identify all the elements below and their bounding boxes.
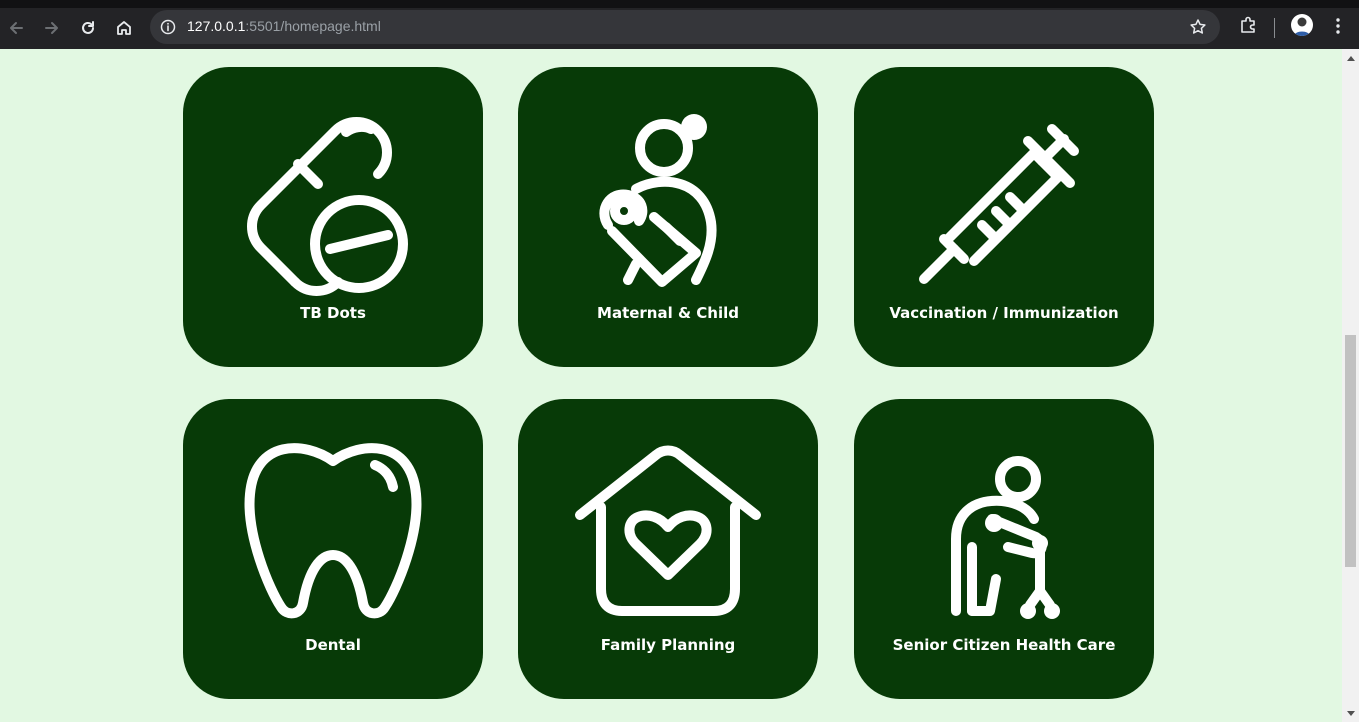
- tooth-icon: [244, 443, 422, 619]
- card-label: TB Dots: [300, 304, 366, 322]
- service-card-senior-citizen[interactable]: Senior Citizen Health Care: [854, 399, 1154, 699]
- syringe-icon: [919, 124, 1079, 284]
- scroll-up-icon[interactable]: [1347, 56, 1355, 61]
- elderly-walker-icon: [951, 456, 1060, 619]
- profile-avatar-icon: [1294, 17, 1310, 36]
- home-button[interactable]: [111, 15, 137, 41]
- browser-toolbar: 127.0.0.1:5501/homepage.html: [0, 0, 1359, 49]
- card-label: Senior Citizen Health Care: [892, 636, 1116, 654]
- pills-icon: [247, 117, 408, 296]
- url-path: :5501/homepage.html: [245, 18, 381, 34]
- service-card-family-planning[interactable]: Family Planning: [518, 399, 818, 699]
- service-card-vaccination[interactable]: Vaccination / Immunization: [854, 67, 1154, 367]
- menu-kebab-icon[interactable]: [1335, 17, 1341, 35]
- service-card-maternal-child[interactable]: Maternal & Child: [518, 67, 818, 367]
- card-label: Dental: [305, 636, 361, 654]
- arrow-left-icon: [10, 22, 23, 34]
- service-card-tb-dots[interactable]: TB Dots: [183, 67, 483, 367]
- extensions-icon[interactable]: [1238, 15, 1258, 35]
- url-host: 127.0.0.1: [187, 18, 246, 34]
- profile-avatar[interactable]: [1291, 14, 1313, 36]
- forward-button[interactable]: [39, 15, 65, 41]
- bookmark-star-icon[interactable]: [1189, 18, 1207, 36]
- arrow-right-icon: [45, 22, 58, 34]
- house-heart-icon: [575, 445, 761, 616]
- service-card-dental[interactable]: Dental: [183, 399, 483, 699]
- toolbar-divider: [1274, 18, 1275, 38]
- back-button[interactable]: [3, 15, 29, 41]
- card-label: Family Planning: [600, 636, 736, 654]
- site-info-icon[interactable]: [160, 19, 176, 35]
- url-text: 127.0.0.1:5501/homepage.html: [187, 18, 381, 34]
- scrollbar-thumb[interactable]: [1345, 335, 1356, 567]
- page-scrollbar[interactable]: [1342, 49, 1359, 722]
- card-label: Vaccination / Immunization: [889, 304, 1119, 322]
- scroll-down-icon[interactable]: [1347, 711, 1355, 716]
- reload-button[interactable]: [75, 15, 101, 41]
- page-content: TB Dots Maternal & Child Vaccination / I…: [0, 49, 1342, 722]
- reload-icon: [82, 21, 94, 34]
- address-bar[interactable]: 127.0.0.1:5501/homepage.html: [150, 10, 1220, 44]
- card-label: Maternal & Child: [597, 304, 739, 322]
- mother-child-icon: [599, 114, 717, 287]
- home-icon: [117, 21, 131, 35]
